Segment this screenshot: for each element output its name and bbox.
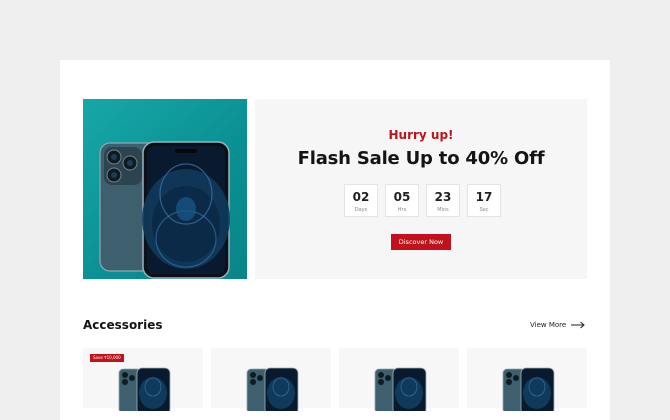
countdown-value: 05 <box>393 190 411 204</box>
countdown-unit: Days <box>354 207 368 213</box>
section-title-accessories: Accessories <box>83 318 163 332</box>
countdown-seconds: 17 Sec <box>467 184 501 217</box>
flash-sale-panel: Hurry up! Flash Sale Up to 40% Off 02 Da… <box>255 99 587 279</box>
promo-headline: Flash Sale Up to 40% Off <box>297 148 545 169</box>
countdown-value: 02 <box>352 190 370 204</box>
promo-phone-image <box>83 99 247 279</box>
product-image <box>502 367 555 411</box>
promo-eyebrow: Hurry up! <box>388 128 454 142</box>
countdown-value: 23 <box>434 190 452 204</box>
page-card: Hurry up! Flash Sale Up to 40% Off 02 Da… <box>60 60 610 420</box>
countdown-unit: Mins <box>437 207 449 213</box>
countdown-hours: 05 Hrs <box>385 184 419 217</box>
countdown-value: 17 <box>475 190 493 204</box>
product-image <box>118 367 171 411</box>
countdown-unit: Sec <box>479 207 489 213</box>
phone-illustration <box>99 141 230 279</box>
discover-now-button[interactable]: Discover Now <box>391 234 451 250</box>
view-more-label: View More <box>530 321 567 329</box>
product-image <box>246 367 299 411</box>
product-card[interactable] <box>339 348 459 411</box>
product-card[interactable] <box>467 348 587 411</box>
countdown-unit: Hrs <box>397 207 407 213</box>
product-card[interactable] <box>211 348 331 411</box>
arrow-right-icon <box>571 321 585 329</box>
countdown-timer: 02 Days 05 Hrs 23 Mins 17 Sec <box>344 184 501 217</box>
save-badge: Save ₹10,000 <box>90 354 124 362</box>
countdown-minutes: 23 Mins <box>426 184 460 217</box>
view-more-link[interactable]: View More <box>530 321 585 329</box>
product-card[interactable]: Save ₹10,000 <box>83 348 203 411</box>
product-image <box>374 367 427 411</box>
countdown-days: 02 Days <box>344 184 378 217</box>
